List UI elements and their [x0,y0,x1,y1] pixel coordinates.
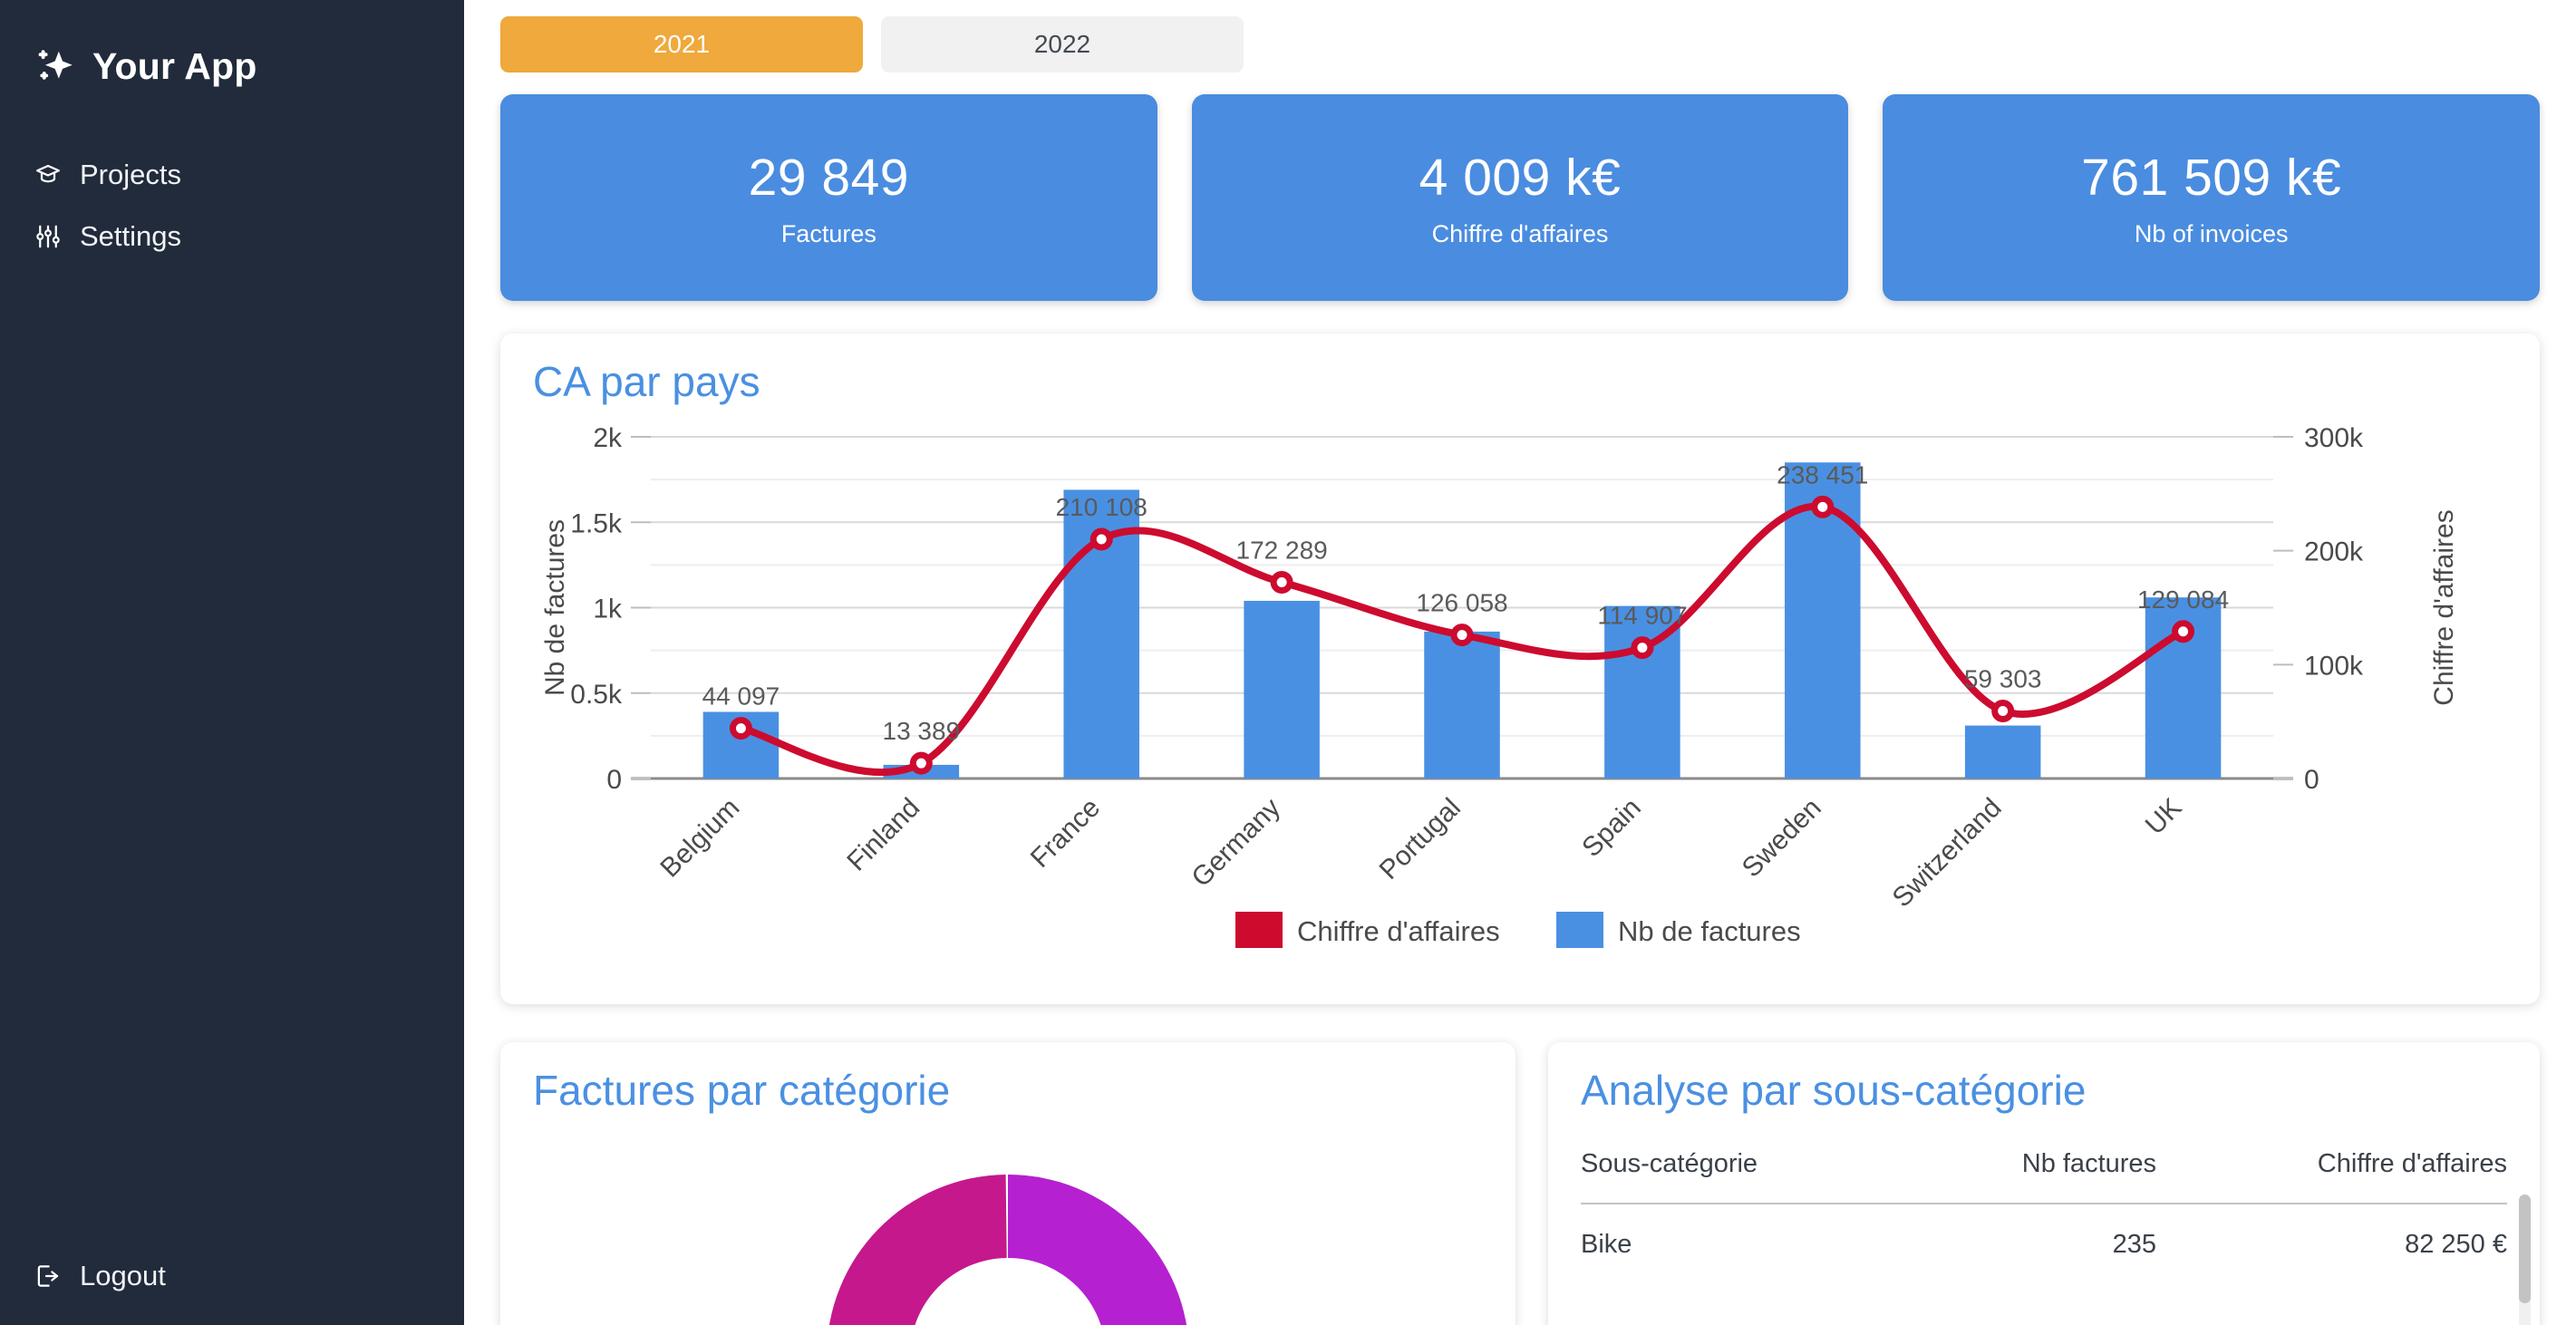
tab-2021[interactable]: 2021 [500,16,863,73]
sidebar: Your App Projects Settings Logout [0,0,464,1325]
cell-chiffre-affaires: 82 250 € [2156,1203,2507,1285]
sidebar-item-settings[interactable]: Settings [0,206,464,267]
legend-label: Chiffre d'affaires [1297,915,1500,947]
sliders-icon [34,223,62,250]
table-scrollbar[interactable] [2519,1194,2531,1325]
data-label: 44 097 [702,682,780,711]
cell-nb-factures: 235 [1907,1203,2157,1285]
data-label: 172 289 [1236,536,1328,564]
y-tick-label: 0.5k [570,680,623,710]
main-content: 2021 2022 29 849 Factures 4 009 k€ Chiff… [464,0,2576,1325]
column-header-chiffre-affaires: Chiffre d'affaires [2317,1149,2507,1178]
y2-tick-label: 100k [2304,651,2364,681]
sidebar-item-label: Settings [80,220,182,252]
y-axis-title: Nb de factures [540,519,570,696]
table-scrollbar-thumb[interactable] [2519,1194,2531,1303]
logout-label: Logout [80,1260,166,1291]
cell-subcategory: Bike [1581,1203,1908,1285]
x-tick-label: France [1025,793,1106,874]
ca-par-pays-card: CA par pays 0 0.5k 1k 1.5k 2k 0 100k 200k 300k Nb… [500,334,2540,1004]
y2-tick-label: 0 [2304,765,2319,795]
data-label: 114 907 [1597,602,1687,630]
x-tick-label: Switzerland [1887,793,2008,914]
kpi-row: 29 849 Factures 4 009 k€ Chiffre d'affai… [500,94,2541,301]
app-root: Your App Projects Settings Logout 2021 2… [0,0,2576,1325]
kpi-value: 4 009 k€ [1419,148,1622,207]
logout-button[interactable]: Logout [0,1260,166,1292]
x-tick-label: UK [2140,793,2188,841]
kpi-label: Factures [780,219,876,247]
legend-swatch [1556,912,1603,948]
data-point [909,751,933,775]
table-header-row: Sous-catégorie Nb factures Chiffre d'aff… [1581,1149,2507,1204]
y-tick-label: 1.5k [570,508,623,538]
kpi-label: Chiffre d'affaires [1431,219,1609,247]
x-tick-label: Belgium [654,793,745,884]
sidebar-item-projects[interactable]: Projects [0,144,464,206]
kpi-card-nb-of-invoices[interactable]: 761 509 k€ Nb of invoices [1883,94,2541,301]
donut-segment[interactable] [1008,1175,1189,1325]
kpi-label: Nb of invoices [2134,219,2289,247]
subcategory-table: Sous-catégorie Nb factures Chiffre d'aff… [1581,1149,2507,1285]
bar [1244,600,1320,779]
data-point [1811,495,1835,518]
data-label: 13 389 [883,717,961,745]
factures-par-categorie-donut[interactable] [533,1120,1483,1325]
tab-2022[interactable]: 2022 [881,16,1244,73]
year-tabs: 2021 2022 [500,16,2540,73]
data-point [1089,527,1113,551]
y2-tick-label: 200k [2304,537,2364,567]
ca-par-pays-chart[interactable]: 0 0.5k 1k 1.5k 2k 0 100k 200k 300k Nb de factures… [533,411,2482,991]
card-title: CA par pays [533,358,760,405]
y2-axis-title: Chiffre d'affaires [2429,509,2459,705]
x-tick-label: Germany [1186,793,1286,894]
y-tick-label: 1k [593,595,623,624]
data-point [2172,620,2195,643]
y-tick-label: 2k [593,423,623,453]
column-header-nb-factures: Nb factures [2021,1149,2157,1178]
donut-segment[interactable] [827,1175,1008,1325]
data-point [1631,636,1654,660]
kpi-value: 29 849 [748,148,909,207]
logout-icon [34,1262,62,1290]
bar [1964,725,2041,779]
sparkle-icon [34,46,76,88]
kpi-card-chiffre-affaires[interactable]: 4 009 k€ Chiffre d'affaires [1191,94,1849,301]
card-title: Factures par catégorie [533,1067,951,1114]
data-label: 59 303 [1964,664,2042,692]
x-tick-label: Portugal [1374,793,1467,885]
data-label: 210 108 [1056,493,1148,521]
y2-tick-label: 300k [2304,423,2364,453]
kpi-card-factures[interactable]: 29 849 Factures [500,94,1157,301]
brand: Your App [0,0,464,88]
card-title: Analyse par sous-catégorie [1581,1067,2087,1114]
x-tick-label: Sweden [1737,793,1827,884]
data-point [1450,624,1474,647]
data-point [1270,570,1293,594]
sidebar-item-label: Projects [80,159,181,190]
kpi-value: 761 509 k€ [2081,148,2342,207]
bar [1424,631,1500,779]
data-label: 129 084 [2137,585,2229,614]
x-tick-label: Finland [841,793,925,877]
analyse-par-sous-categorie-card: Analyse par sous-catégorie Sous-catégori… [1548,1042,2540,1325]
sidebar-nav: Projects Settings [0,144,464,267]
graduation-cap-icon [34,161,62,189]
data-point [729,717,752,740]
legend-label: Nb de factures [1618,915,1801,947]
y-tick-label: 0 [606,765,622,795]
table-row[interactable]: Bike 235 82 250 € [1581,1203,2507,1285]
x-tick-label: Spain [1576,793,1647,864]
data-label: 238 451 [1777,460,1868,488]
data-point [1991,699,2015,722]
legend-swatch [1235,912,1283,948]
brand-title: Your App [92,45,257,87]
data-label: 126 058 [1416,589,1507,617]
column-header-subcategory: Sous-catégorie [1581,1149,1758,1178]
bottom-row: Factures par catégorie Analyse par sous-… [500,1042,2540,1325]
factures-par-categorie-card: Factures par catégorie [500,1042,1516,1325]
